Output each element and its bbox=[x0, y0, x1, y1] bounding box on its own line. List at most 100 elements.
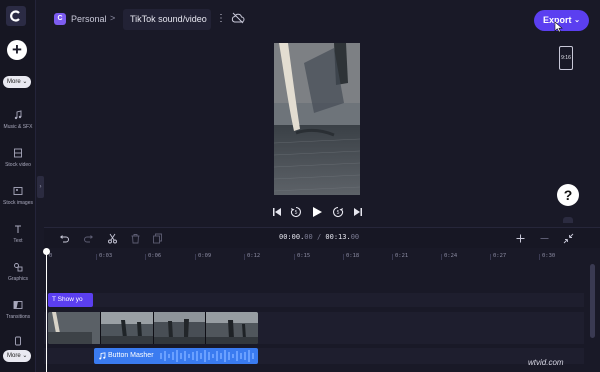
chevron-down-icon: ⌄ bbox=[574, 17, 580, 24]
playhead[interactable] bbox=[46, 249, 47, 372]
video-thumbnail bbox=[153, 312, 207, 344]
breadcrumb-separator-icon: > bbox=[110, 13, 116, 23]
audio-clip-label: Button Masher bbox=[108, 352, 154, 359]
sidebar-item-label: Stock images bbox=[2, 200, 33, 206]
video-preview[interactable] bbox=[274, 43, 360, 195]
sidebar-item-label: Stock video bbox=[5, 162, 31, 168]
image-icon bbox=[13, 187, 23, 195]
time-separator: / bbox=[312, 233, 326, 241]
ruler-tick bbox=[244, 254, 245, 260]
music-note-icon bbox=[99, 352, 106, 360]
current-time: 00:00. bbox=[279, 233, 305, 241]
ruler-tick-label: 0 bbox=[49, 253, 53, 259]
skip-forward-icon[interactable] bbox=[351, 205, 365, 219]
zoom-out-icon[interactable] bbox=[539, 233, 550, 244]
chevron-right-icon: › bbox=[39, 184, 42, 190]
video-clip[interactable] bbox=[48, 312, 258, 344]
svg-text:5: 5 bbox=[295, 210, 298, 216]
watermark-text: wtvid.com bbox=[528, 358, 564, 367]
ruler-tick bbox=[195, 254, 196, 260]
ruler-tick bbox=[441, 254, 442, 260]
forward-5s-icon[interactable]: 5 bbox=[331, 205, 345, 219]
ruler-tick-label: 0:30 bbox=[542, 253, 556, 259]
sidebar-item-stock-video[interactable]: Stock video bbox=[0, 148, 36, 168]
collapse-sidebar-button[interactable]: › bbox=[37, 176, 44, 198]
shapes-icon bbox=[14, 263, 23, 272]
sidebar-item-text[interactable]: Text bbox=[0, 224, 36, 244]
timeline-scrollbar[interactable] bbox=[590, 264, 595, 338]
left-sidebar: + More ⌄ Music & SFX Stock video Stock i… bbox=[0, 0, 36, 372]
chat-tab-icon[interactable] bbox=[563, 217, 573, 223]
ruler-tick-label: 0:27 bbox=[493, 253, 507, 259]
text-clip[interactable]: T Show yo bbox=[48, 293, 93, 307]
redo-icon[interactable] bbox=[83, 233, 94, 244]
audio-waveform bbox=[160, 350, 254, 362]
split-scissors-icon[interactable] bbox=[107, 233, 118, 244]
ruler-tick bbox=[392, 254, 393, 260]
transitions-icon bbox=[13, 301, 23, 309]
ruler-tick bbox=[343, 254, 344, 260]
more-options-icon[interactable]: ⋮ bbox=[216, 13, 226, 24]
video-thumbnail bbox=[206, 312, 258, 344]
undo-icon[interactable] bbox=[59, 233, 70, 244]
aspect-ratio-button[interactable]: 9:16 bbox=[559, 46, 573, 70]
workspace-name[interactable]: Personal bbox=[71, 14, 107, 24]
brand-kit-icon bbox=[15, 336, 21, 346]
sidebar-item-brand-kit[interactable] bbox=[0, 336, 36, 346]
text-clip-label: Show yo bbox=[57, 296, 83, 303]
sidebar-item-music[interactable]: Music & SFX bbox=[0, 110, 36, 130]
clipchamp-logo-icon bbox=[10, 10, 20, 22]
ruler-tick bbox=[490, 254, 491, 260]
ruler-tick bbox=[539, 254, 540, 260]
timecode-display: 00:00.00 / 00:13.00 bbox=[279, 233, 359, 241]
sidebar-item-label: Text bbox=[13, 238, 23, 244]
skip-back-icon[interactable] bbox=[270, 205, 284, 219]
text-icon bbox=[15, 225, 21, 233]
ruler-tick bbox=[145, 254, 146, 260]
ruler-tick-label: 0:12 bbox=[247, 253, 261, 259]
add-media-button[interactable]: + bbox=[7, 40, 27, 60]
text-track[interactable] bbox=[44, 293, 584, 307]
more-label: More bbox=[7, 79, 21, 85]
ruler-tick-label: 0:24 bbox=[444, 253, 458, 259]
help-button[interactable]: ? bbox=[557, 184, 579, 206]
ruler-tick-label: 0:03 bbox=[99, 253, 113, 259]
rewind-5s-icon[interactable]: 5 bbox=[289, 205, 303, 219]
more-menu-bottom[interactable]: More ⌄ bbox=[3, 350, 32, 362]
sidebar-item-label: Transitions bbox=[5, 314, 31, 320]
play-icon[interactable] bbox=[310, 205, 324, 219]
cloud-offline-icon[interactable] bbox=[231, 12, 245, 24]
duplicate-icon[interactable] bbox=[152, 233, 163, 244]
project-badge[interactable]: C bbox=[54, 13, 66, 25]
text-clip-icon: T bbox=[52, 296, 56, 303]
ruler-tick bbox=[96, 254, 97, 260]
delete-icon[interactable] bbox=[130, 233, 141, 244]
more-menu-top[interactable]: More ⌄ bbox=[3, 76, 32, 88]
playhead-handle[interactable] bbox=[43, 248, 50, 255]
more-label: More bbox=[7, 353, 21, 359]
chevron-down-icon: ⌄ bbox=[22, 79, 28, 85]
video-title-field[interactable]: TikTok sound/video bbox=[123, 9, 211, 30]
ruler-tick-label: 0:06 bbox=[148, 253, 162, 259]
ruler-tick-label: 0:15 bbox=[297, 253, 311, 259]
audio-clip[interactable]: Button Masher bbox=[94, 348, 258, 364]
sidebar-item-graphics[interactable]: Graphics bbox=[0, 262, 36, 282]
mouse-pointer-icon bbox=[554, 21, 563, 33]
sidebar-item-transitions[interactable]: Transitions bbox=[0, 300, 36, 320]
fit-timeline-icon[interactable] bbox=[563, 233, 574, 244]
sidebar-item-label: Music & SFX bbox=[3, 124, 33, 130]
ruler-tick bbox=[294, 254, 295, 260]
ruler-tick-label: 0:21 bbox=[395, 253, 409, 259]
app-logo[interactable] bbox=[6, 6, 26, 26]
total-time: 00:13. bbox=[325, 233, 351, 241]
video-thumbnail bbox=[48, 312, 101, 344]
total-time-frames: 00 bbox=[350, 233, 360, 241]
zoom-in-icon[interactable] bbox=[515, 233, 526, 244]
current-time-frames: 00 bbox=[304, 233, 313, 241]
music-icon bbox=[14, 110, 22, 120]
film-icon bbox=[14, 148, 22, 158]
sidebar-item-label: Graphics bbox=[7, 276, 28, 282]
sidebar-item-stock-images[interactable]: Stock images bbox=[0, 186, 36, 206]
ruler-tick-label: 0:09 bbox=[198, 253, 212, 259]
timeline-ruler[interactable]: 0 0:03 0:06 0:09 0:12 0:15 0:18 0:21 0:2… bbox=[44, 248, 600, 262]
